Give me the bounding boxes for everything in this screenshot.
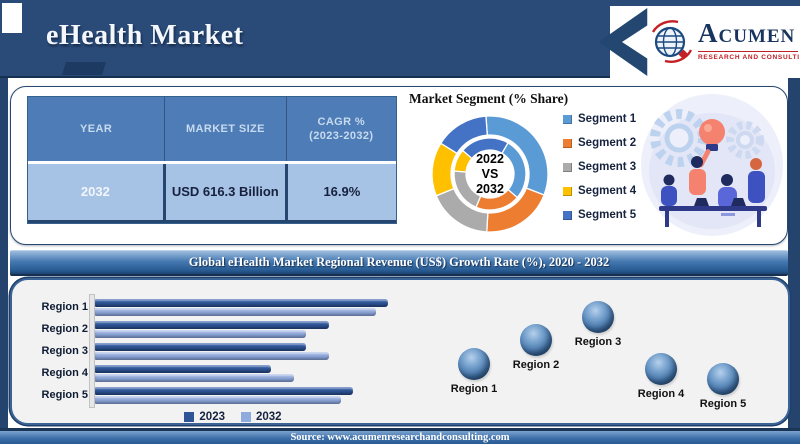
table-cell-cagr: 16.9% [323,184,361,199]
team-illustration [641,94,783,236]
region-sphere [582,301,614,333]
region-bubbles: Region 1 Region 2 Region 3 Region 4 Region 5 [12,280,788,423]
source-text: Source: www.acumenresearchandconsulting.… [290,432,510,443]
region-sphere-label: Region 5 [699,398,747,410]
bottom-panel: Region 1 Region 2 Region 3 Region 4 Region 5… [10,278,790,425]
donut-legend-item: Segment 5 [563,209,636,221]
table-header-year: YEAR [28,97,166,161]
legend-swatch-icon [563,210,572,220]
header: eHealth Market ACUMEN RESEARCH AND CONSU… [0,0,800,78]
legend-swatch-icon [563,186,572,196]
table-header-market-size: MARKET SIZE [165,97,287,161]
legend-label: Segment 3 [578,161,637,173]
legend-label: Segment 2 [578,137,637,149]
donut-legend-item: Segment 3 [563,161,636,173]
section-banner: Global eHealth Market Regional Revenue (… [10,250,788,276]
donut-legend: Segment 1 Segment 2 Segment 3 Segment 4 Segm… [563,113,636,233]
logo-chevron-icon [598,8,648,76]
page-title: eHealth Market [46,20,244,51]
legend-label: Segment 5 [578,209,637,221]
region-sphere [707,363,739,395]
infographic-root: eHealth Market ACUMEN RESEARCH AND CONSU… [0,0,800,444]
summary-table: YEAR MARKET SIZE CAGR % (2023-2032) 2032… [27,96,397,224]
legend-label: Segment 4 [578,185,637,197]
logo: ACUMEN RESEARCH AND CONSULTING [598,6,800,78]
logo-name: ACUMEN [698,18,796,48]
logo-text: ACUMEN RESEARCH AND CONSULTING [698,18,800,61]
region-sphere [458,348,490,380]
donut-legend-item: Segment 1 [563,113,636,125]
donut-center-label: 2022 VS 2032 [476,151,504,196]
globe-icon [651,20,693,63]
table-cell-market-size: USD 616.3 Billion [166,164,288,220]
top-panel: YEAR MARKET SIZE CAGR % (2023-2032) 2032… [10,86,788,245]
header-tab [62,62,106,75]
legend-swatch-icon [563,162,572,172]
table-cell-year: 2032 [28,164,166,220]
donut-chart-title: Market Segment (% Share) [409,91,569,106]
donut-legend-item: Segment 2 [563,137,636,149]
region-sphere-label: Region 4 [637,388,685,400]
logo-tagline: RESEARCH AND CONSULTING [698,51,800,61]
donut-legend-item: Segment 4 [563,185,636,197]
table-header-row: YEAR MARKET SIZE CAGR % (2023-2032) [28,97,396,161]
legend-swatch-icon [563,114,572,124]
table-row: 2032 USD 616.3 Billion 16.9% [28,164,396,223]
region-sphere-label: Region 1 [450,383,498,395]
left-frame-band [0,76,8,428]
region-sphere [520,324,552,356]
region-sphere [645,353,677,385]
legend-swatch-icon [563,138,572,148]
header-notch [2,3,22,33]
footer: Source: www.acumenresearchandconsulting.… [0,428,800,444]
region-sphere-label: Region 2 [512,359,560,371]
legend-label: Segment 1 [578,113,637,125]
table-header-cagr: CAGR % (2023-2032) [309,116,374,142]
region-sphere-label: Region 3 [574,336,622,348]
